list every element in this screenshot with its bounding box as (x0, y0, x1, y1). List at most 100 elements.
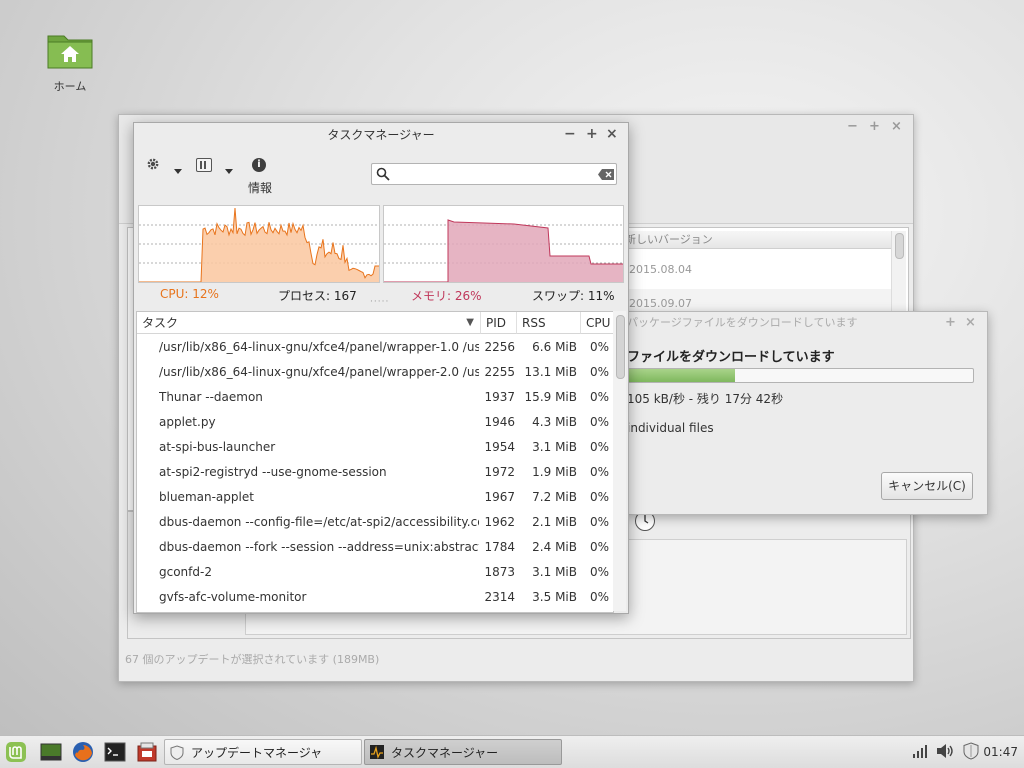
terminal-icon[interactable] (104, 741, 126, 763)
task-cpu: 0% (589, 365, 609, 379)
clock[interactable]: 01:47 (983, 736, 1018, 768)
column-new-version[interactable]: 新しいバージョン (613, 231, 891, 249)
task-cpu: 0% (589, 440, 609, 454)
task-pid: 1962 (484, 515, 515, 529)
software-center-icon[interactable] (136, 741, 158, 763)
view-dropdown-icon[interactable] (225, 169, 233, 174)
maximize-icon[interactable]: + (945, 315, 956, 330)
task-pid: 1937 (484, 390, 515, 404)
task-name: at-spi-bus-launcher (159, 440, 276, 454)
task-cpu: 0% (589, 465, 609, 479)
pane-resize-handle[interactable]: ····· (370, 297, 389, 307)
task-rss: 2.4 MiB (532, 540, 577, 554)
task-table: タスク ▼ PID RSS CPU /usr/lib/x86_64-linux-… (136, 311, 614, 613)
task-rss: 1.9 MiB (532, 465, 577, 479)
task-manager-title: タスクマネージャー (327, 128, 435, 142)
task-cpu: 0% (589, 565, 609, 579)
task-cpu: 0% (589, 390, 609, 404)
task-name: Thunar --daemon (159, 390, 263, 404)
settings-gear-icon[interactable] (146, 157, 160, 174)
network-signal-icon[interactable] (912, 743, 934, 765)
task-manager-window: タスクマネージャー − + × i 情報 CPU: 12% プロセス: 167 … (133, 122, 629, 614)
maximize-icon[interactable]: + (869, 119, 880, 134)
settings-dropdown-icon[interactable] (174, 169, 182, 174)
column-rss[interactable]: RSS (517, 312, 581, 334)
download-dialog-title: パッケージファイルをダウンロードしています (627, 316, 858, 329)
table-row[interactable]: gconfd-2 1873 3.1 MiB 0% (137, 560, 613, 585)
update-shield-icon[interactable] (962, 742, 984, 764)
task-cpu: 0% (589, 340, 609, 354)
task-rss: 3.1 MiB (532, 440, 577, 454)
taskbar-task-manager-button[interactable]: タスクマネージャー (364, 739, 562, 765)
info-icon[interactable]: i (252, 158, 266, 172)
volume-icon[interactable] (936, 743, 958, 765)
task-pid: 2314 (484, 590, 515, 604)
cpu-graph (138, 205, 380, 283)
table-row[interactable]: dbus-daemon --config-file=/etc/at-spi2/a… (137, 510, 613, 535)
maximize-icon[interactable]: + (586, 126, 598, 142)
task-name: gconfd-2 (159, 565, 212, 579)
close-icon[interactable]: × (606, 126, 618, 142)
table-row[interactable]: dbus-daemon --fork --session --address=u… (137, 535, 613, 560)
table-row[interactable]: gvfs-afc-volume-monitor 2314 3.5 MiB 0% (137, 585, 613, 610)
firefox-icon[interactable] (72, 741, 94, 763)
mint-menu-icon[interactable] (5, 741, 27, 763)
home-label: ホーム (53, 80, 87, 93)
table-row[interactable]: applet.py 1946 4.3 MiB 0% (137, 410, 613, 435)
clear-search-icon (598, 169, 614, 180)
selected-updates-status: 67 個のアップデートが選択されています (189MB) (125, 653, 380, 666)
memory-usage-label: メモリ: 26% (411, 289, 482, 303)
process-count-label: プロセス: 167 (278, 289, 357, 303)
swap-usage-label: スワップ: 11% (532, 289, 615, 303)
version-date: 2015.09.07 (629, 297, 692, 310)
task-table-scrollbar[interactable] (613, 311, 626, 611)
task-name: applet.py (159, 415, 216, 429)
task-rss: 2.1 MiB (532, 515, 577, 529)
task-manager-icon (370, 745, 384, 759)
close-icon[interactable]: × (965, 315, 976, 330)
task-pid: 1946 (484, 415, 515, 429)
show-desktop-icon[interactable] (40, 741, 62, 763)
progress-fill (628, 369, 735, 382)
table-row[interactable]: at-spi-bus-launcher 1954 3.1 MiB 0% (137, 435, 613, 460)
task-rss: 4.3 MiB (532, 415, 577, 429)
column-pid[interactable]: PID (481, 312, 517, 334)
table-row[interactable]: Thunar --daemon 1937 15.9 MiB 0% (137, 385, 613, 410)
task-name: /usr/lib/x86_64-linux-gnu/xfce4/panel/wr… (159, 340, 479, 354)
table-row[interactable]: at-spi2-registryd --use-gnome-session 197… (137, 460, 613, 485)
column-cpu[interactable]: CPU (581, 312, 613, 334)
cancel-button[interactable]: キャンセル(C) (881, 472, 973, 500)
task-rss: 7.2 MiB (532, 490, 577, 504)
task-rss: 15.9 MiB (524, 390, 577, 404)
download-dialog: パッケージファイルをダウンロードしています + × ファイルをダウンロードしてい… (626, 311, 988, 515)
info-label[interactable]: 情報 (248, 179, 272, 196)
close-icon[interactable]: × (891, 119, 902, 134)
cpu-usage-label: CPU: 12% (160, 287, 219, 301)
task-cpu: 0% (589, 515, 609, 529)
task-pid: 2256 (484, 340, 515, 354)
task-rss: 6.6 MiB (532, 340, 577, 354)
task-rss: 3.1 MiB (532, 565, 577, 579)
memory-graph (383, 205, 624, 283)
taskbar-update-manager-button[interactable]: アップデートマネージャ (164, 739, 362, 765)
minimize-icon[interactable]: − (847, 119, 858, 134)
download-heading: ファイルをダウンロードしています (627, 350, 835, 365)
task-cpu: 0% (589, 490, 609, 504)
task-name: /usr/lib/x86_64-linux-gnu/xfce4/panel/wr… (159, 365, 479, 379)
sort-descending-icon: ▼ (466, 317, 474, 328)
minimize-icon[interactable]: − (564, 126, 576, 142)
view-columns-icon[interactable] (196, 158, 212, 172)
task-pid: 1954 (484, 440, 515, 454)
version-date: 2015.08.04 (629, 263, 692, 276)
search-icon (376, 167, 390, 181)
search-input[interactable] (371, 163, 617, 185)
task-rss: 3.5 MiB (532, 590, 577, 604)
table-row[interactable]: /usr/lib/x86_64-linux-gnu/xfce4/panel/wr… (137, 335, 613, 360)
desktop-home-icon[interactable]: ホーム (40, 30, 100, 94)
table-row[interactable]: blueman-applet 1967 7.2 MiB 0% (137, 485, 613, 510)
task-cpu: 0% (589, 415, 609, 429)
home-folder-icon (46, 30, 94, 70)
task-cpu: 0% (589, 590, 609, 604)
column-task[interactable]: タスク ▼ (137, 312, 481, 334)
table-row[interactable]: /usr/lib/x86_64-linux-gnu/xfce4/panel/wr… (137, 360, 613, 385)
